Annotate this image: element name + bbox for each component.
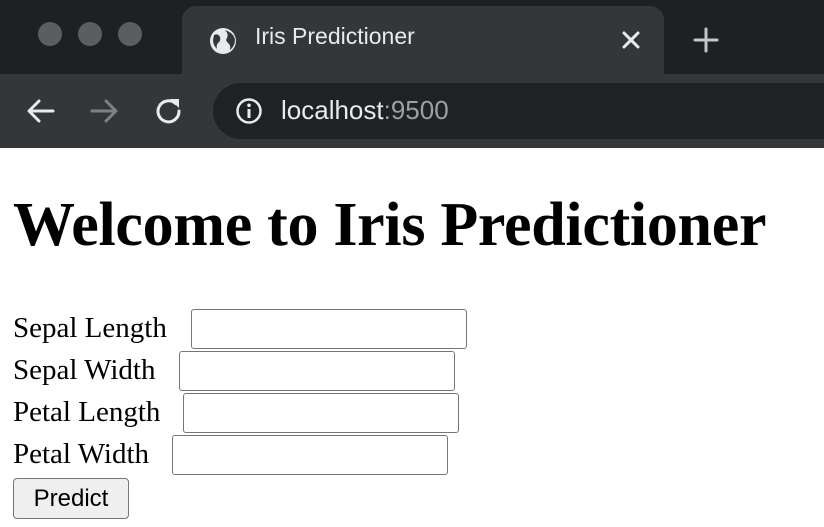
page-title: Welcome to Iris Predictioner bbox=[13, 191, 767, 259]
sepal-length-label: Sepal Length bbox=[13, 312, 167, 344]
sepal-width-input[interactable] bbox=[179, 351, 455, 391]
petal-width-input[interactable] bbox=[172, 435, 448, 475]
info-icon[interactable] bbox=[235, 97, 263, 125]
url-port: :9500 bbox=[383, 95, 449, 125]
browser-tab[interactable]: Iris Predictioner bbox=[182, 6, 664, 74]
globe-icon bbox=[210, 28, 236, 54]
predict-button[interactable]: Predict bbox=[13, 478, 129, 519]
forward-arrow-icon[interactable] bbox=[88, 95, 120, 127]
petal-length-input[interactable] bbox=[183, 393, 459, 433]
sepal-length-input[interactable] bbox=[191, 309, 467, 349]
window-minimize-control[interactable] bbox=[78, 22, 102, 46]
reload-icon[interactable] bbox=[152, 94, 186, 128]
new-tab-plus-icon[interactable] bbox=[692, 26, 720, 54]
url-host: localhost bbox=[281, 95, 384, 125]
window-zoom-control[interactable] bbox=[118, 22, 142, 46]
close-icon[interactable] bbox=[620, 29, 642, 51]
page-content: Welcome to Iris Predictioner Sepal Lengt… bbox=[0, 148, 824, 527]
browser-toolbar: localhost:9500 bbox=[0, 74, 824, 148]
browser-tab-strip: Iris Predictioner bbox=[0, 0, 824, 74]
sepal-width-label: Sepal Width bbox=[13, 354, 156, 386]
petal-width-label: Petal Width bbox=[13, 438, 150, 470]
window-close-control[interactable] bbox=[38, 22, 62, 46]
tab-title: Iris Predictioner bbox=[255, 23, 415, 49]
address-bar[interactable]: localhost:9500 bbox=[213, 83, 824, 139]
url-text[interactable]: localhost:9500 bbox=[281, 95, 449, 126]
back-arrow-icon[interactable] bbox=[25, 95, 57, 127]
petal-length-label: Petal Length bbox=[13, 396, 161, 428]
